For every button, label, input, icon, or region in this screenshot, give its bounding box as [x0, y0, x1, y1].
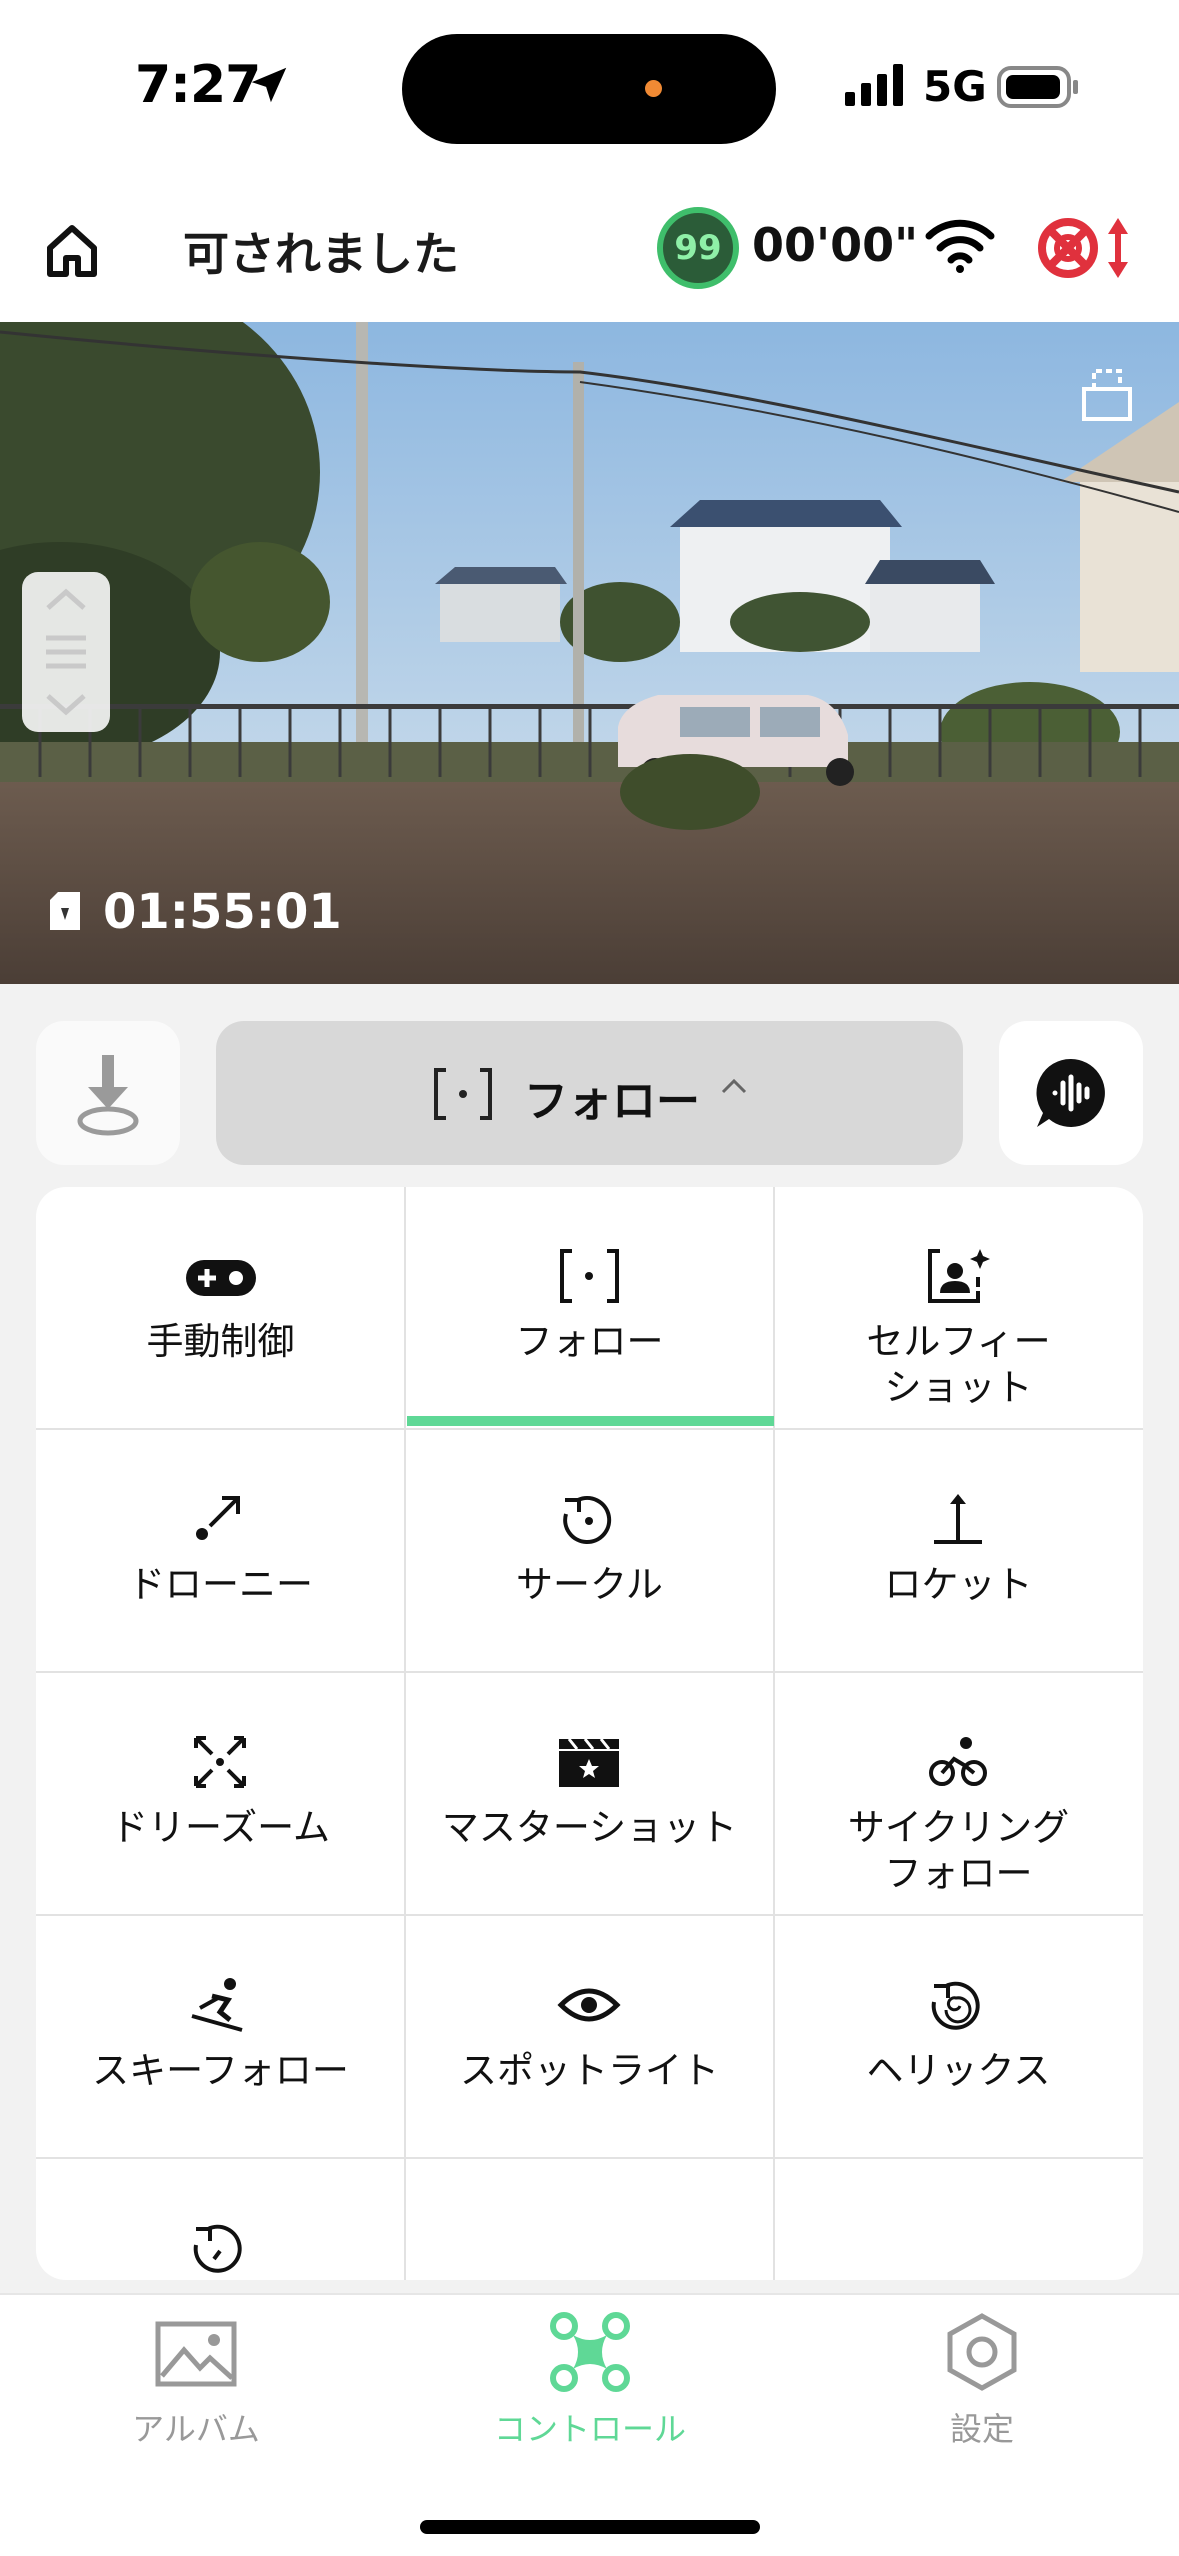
mode-cycling-follow[interactable]: サイクリング フォロー	[774, 1673, 1143, 1916]
dynamic-island	[402, 34, 776, 144]
mode-dolly-zoom[interactable]: ドリーズーム	[36, 1673, 405, 1916]
mode-circle[interactable]: サークル	[405, 1430, 774, 1673]
land-button[interactable]	[36, 1021, 180, 1165]
privacy-indicator	[645, 80, 662, 97]
chevron-up-icon	[721, 1078, 747, 1094]
mode-label: ヘリックス	[866, 2049, 1051, 2092]
mode-helix[interactable]: ヘリックス	[774, 1916, 1143, 2159]
sd-card-icon	[50, 892, 80, 930]
connection-status-title: 可されました	[183, 227, 459, 281]
ski-icon	[191, 1978, 243, 2032]
rocket-icon	[934, 1494, 982, 1544]
dolly-zoom-icon	[194, 1736, 246, 1788]
selfie-icon	[928, 1249, 990, 1303]
mode-label: セルフィー ショット	[866, 1320, 1051, 1409]
selected-mode-label: フォロー	[524, 1076, 700, 1127]
recording-remaining-time: 01:55:01	[103, 884, 342, 940]
album-icon[interactable]	[154, 2320, 238, 2390]
network-type: 5G	[923, 62, 987, 111]
cellular-signal-icon	[845, 64, 903, 106]
mode-label: マスターショット	[441, 1806, 738, 1849]
tab-control[interactable]: コントロール	[460, 2404, 720, 2450]
spiral-icon	[193, 2224, 242, 2273]
dronie-icon	[196, 1496, 240, 1540]
home-indicator[interactable]	[420, 2520, 760, 2534]
battery-icon	[997, 66, 1078, 108]
mode-dronie[interactable]: ドローニー	[36, 1430, 405, 1673]
mode-ski-follow[interactable]: スキーフォロー	[36, 1916, 405, 2159]
mode-label: ドローニー	[128, 1563, 313, 1606]
mode-master-shot[interactable]: マスターショット	[405, 1673, 774, 1916]
voice-icon	[1036, 1058, 1105, 1127]
eye-icon	[557, 1988, 621, 2022]
voice-control-button[interactable]	[999, 1021, 1143, 1165]
flight-mode-grid: 手動制御 フォロー セルフィー ショット ドローニー サークル ロケット ドリー…	[36, 1187, 1143, 2280]
drone-battery-badge: 99	[657, 207, 739, 289]
selected-mode-indicator	[407, 1416, 774, 1426]
helix-icon	[931, 1981, 980, 2030]
mode-selfie-shot[interactable]: セルフィー ショット	[774, 1187, 1143, 1430]
wifi-icon	[925, 219, 995, 273]
gimbal-arrows-icon	[46, 588, 86, 716]
mode-follow[interactable]: フォロー	[405, 1187, 774, 1430]
mode-manual[interactable]: 手動制御	[36, 1187, 405, 1430]
land-icon	[77, 1055, 139, 1136]
mode-label: スポットライト	[460, 2049, 719, 2092]
mode-label: ロケット	[884, 1563, 1033, 1606]
tab-album[interactable]: アルバム	[66, 2404, 326, 2450]
circle-icon	[563, 1496, 612, 1544]
mode-label: フォロー	[515, 1320, 664, 1363]
mode-label: サークル	[516, 1563, 663, 1606]
obstacle-warning-icon[interactable]	[1036, 214, 1136, 282]
drone-icon[interactable]	[549, 2311, 631, 2393]
home-icon[interactable]	[42, 220, 102, 280]
mode-label: 手動制御	[146, 1320, 295, 1363]
mode-spiral[interactable]	[36, 2159, 405, 2280]
mode-label: サイクリング フォロー	[847, 1806, 1070, 1895]
gamepad-icon	[186, 1260, 256, 1296]
mode-spotlight[interactable]: スポットライト	[405, 1916, 774, 2159]
status-time: 7:27	[135, 55, 261, 115]
tab-settings[interactable]: 設定	[852, 2404, 1112, 2450]
follow-frame-icon	[560, 1249, 619, 1303]
mode-label: ドリーズーム	[110, 1806, 331, 1849]
clapperboard-icon	[559, 1738, 619, 1787]
gimbal-control[interactable]	[22, 572, 110, 732]
mode-label: スキーフォロー	[92, 2049, 349, 2092]
location-arrow-icon	[251, 67, 287, 103]
settings-icon[interactable]	[944, 2312, 1020, 2392]
flight-time: 00'00"	[752, 218, 919, 272]
rotate-view-icon[interactable]	[1080, 365, 1134, 423]
cycling-icon	[929, 1737, 987, 1786]
follow-frame-icon	[434, 1068, 492, 1120]
mode-rocket[interactable]: ロケット	[774, 1430, 1143, 1673]
